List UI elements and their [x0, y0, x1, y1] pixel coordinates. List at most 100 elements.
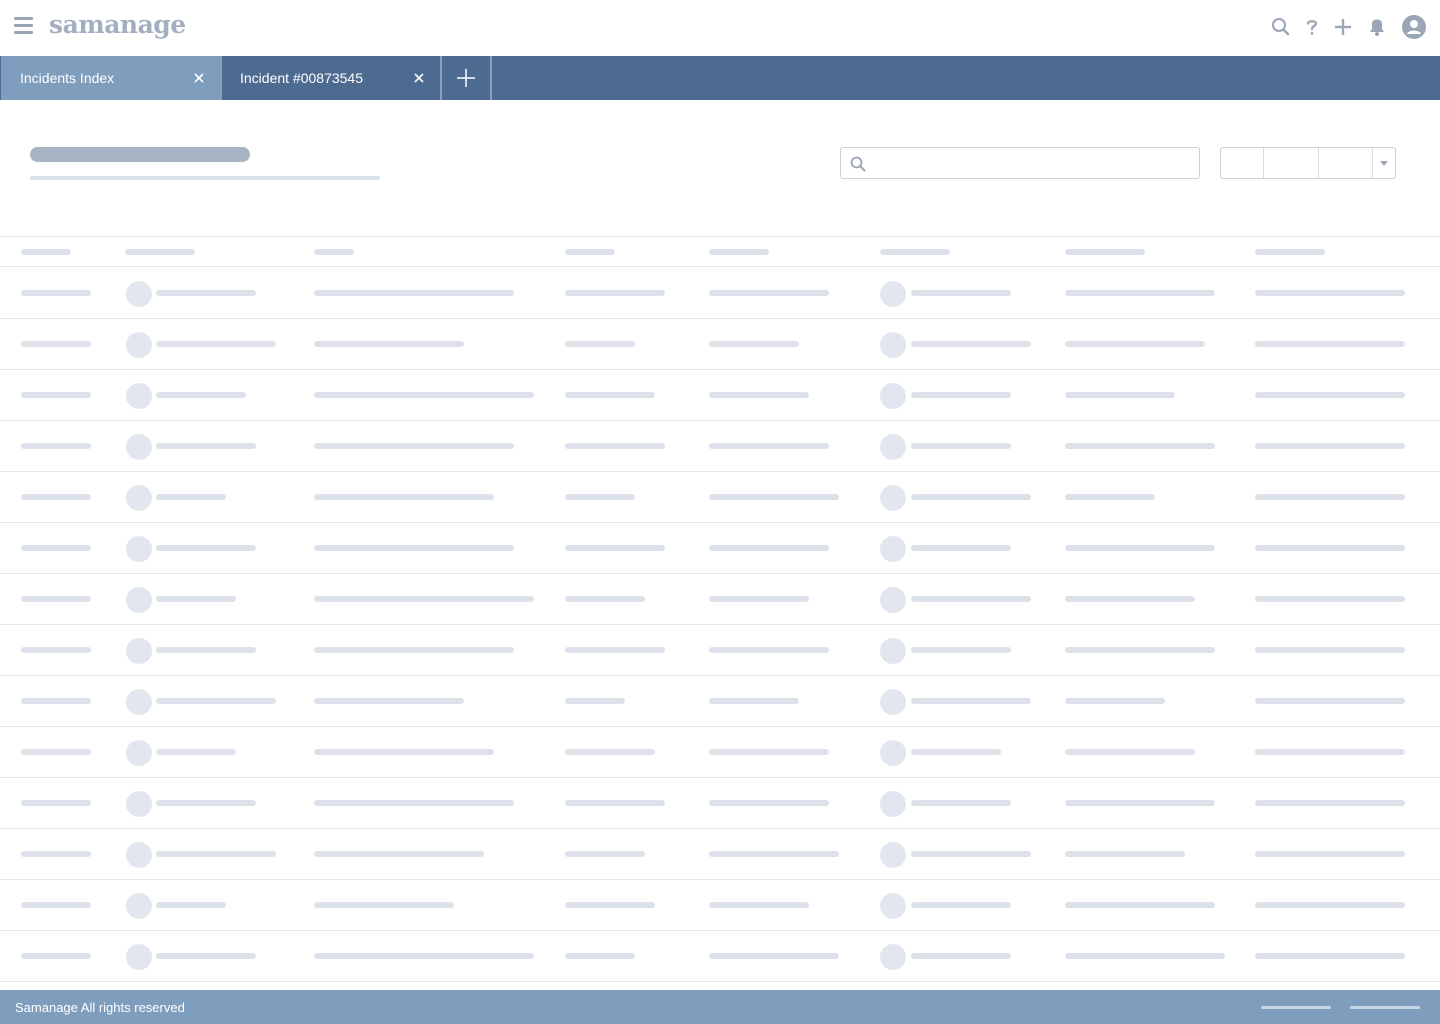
- user-avatar-icon[interactable]: [1401, 14, 1427, 40]
- cell-placeholder: [156, 443, 256, 449]
- table-row[interactable]: [0, 574, 1440, 625]
- table-row[interactable]: [0, 472, 1440, 523]
- cell-placeholder: [21, 902, 91, 908]
- column-header[interactable]: [709, 249, 769, 255]
- cell-placeholder: [911, 698, 1031, 704]
- table-row[interactable]: [0, 625, 1440, 676]
- cell-placeholder: [1065, 290, 1215, 296]
- cell-placeholder: [911, 953, 1011, 959]
- table-row[interactable]: [0, 268, 1440, 319]
- footer: Samanage All rights reserved: [0, 990, 1440, 1024]
- column-header[interactable]: [314, 249, 354, 255]
- table-row[interactable]: [0, 727, 1440, 778]
- avatar: [126, 740, 152, 766]
- avatar: [126, 536, 152, 562]
- table-row[interactable]: [0, 523, 1440, 574]
- table-row[interactable]: [0, 931, 1440, 982]
- footer-link[interactable]: [1350, 1006, 1420, 1009]
- app-logo[interactable]: samanage: [49, 10, 186, 39]
- cell-placeholder: [709, 443, 829, 449]
- add-tab-button[interactable]: [442, 56, 492, 100]
- table-row[interactable]: [0, 370, 1440, 421]
- cell-placeholder: [709, 953, 839, 959]
- cell-placeholder: [156, 341, 276, 347]
- column-header[interactable]: [1255, 249, 1325, 255]
- table-row[interactable]: [0, 778, 1440, 829]
- tab-incidents-index[interactable]: Incidents Index: [1, 56, 222, 100]
- cell-placeholder: [911, 647, 1011, 653]
- view-button[interactable]: [1221, 148, 1264, 178]
- cell-placeholder: [1255, 851, 1405, 857]
- cell-placeholder: [1065, 647, 1215, 653]
- cell-placeholder: [1255, 545, 1405, 551]
- search-input[interactable]: [873, 152, 1191, 174]
- cell-placeholder: [565, 341, 635, 347]
- avatar: [126, 434, 152, 460]
- footer-link[interactable]: [1261, 1006, 1331, 1009]
- bell-icon[interactable]: [1364, 14, 1390, 40]
- cell-placeholder: [911, 290, 1011, 296]
- cell-placeholder: [565, 953, 635, 959]
- cell-placeholder: [21, 800, 91, 806]
- close-icon[interactable]: [192, 71, 206, 85]
- hamburger-menu-icon[interactable]: [14, 17, 33, 35]
- column-header[interactable]: [880, 249, 950, 255]
- cell-placeholder: [709, 851, 839, 857]
- column-header[interactable]: [1065, 249, 1145, 255]
- cell-placeholder: [156, 800, 256, 806]
- search-icon[interactable]: [1268, 14, 1294, 40]
- cell-placeholder: [314, 698, 464, 704]
- cell-placeholder: [156, 494, 226, 500]
- cell-placeholder: [1065, 953, 1225, 959]
- cell-placeholder: [911, 443, 1011, 449]
- close-icon[interactable]: [412, 71, 426, 85]
- cell-placeholder: [1065, 698, 1165, 704]
- cell-placeholder: [156, 902, 226, 908]
- view-button[interactable]: [1264, 148, 1319, 178]
- column-header[interactable]: [21, 249, 71, 255]
- cell-placeholder: [709, 494, 839, 500]
- plus-icon[interactable]: [1330, 14, 1356, 40]
- cell-placeholder: [1255, 290, 1405, 296]
- cell-placeholder: [1065, 596, 1195, 602]
- cell-placeholder: [565, 596, 645, 602]
- cell-placeholder: [565, 698, 625, 704]
- avatar: [880, 434, 906, 460]
- cell-placeholder: [911, 494, 1031, 500]
- cell-placeholder: [21, 953, 91, 959]
- table-row[interactable]: [0, 880, 1440, 931]
- cell-placeholder: [565, 851, 645, 857]
- table-row[interactable]: [0, 319, 1440, 370]
- cell-placeholder: [156, 290, 256, 296]
- table-row[interactable]: [0, 829, 1440, 880]
- avatar: [880, 893, 906, 919]
- cell-placeholder: [156, 392, 246, 398]
- cell-placeholder: [709, 647, 829, 653]
- cell-placeholder: [1065, 545, 1215, 551]
- cell-placeholder: [1255, 596, 1405, 602]
- view-button[interactable]: [1319, 148, 1373, 178]
- table-row[interactable]: [0, 421, 1440, 472]
- avatar: [880, 587, 906, 613]
- cell-placeholder: [911, 800, 1011, 806]
- cell-placeholder: [21, 341, 91, 347]
- search-box[interactable]: [840, 147, 1200, 179]
- cell-placeholder: [156, 647, 256, 653]
- cell-placeholder: [21, 290, 91, 296]
- dropdown-toggle[interactable]: [1373, 148, 1395, 178]
- chevron-down-icon: [1380, 161, 1388, 166]
- cell-placeholder: [1255, 749, 1405, 755]
- cell-placeholder: [21, 749, 91, 755]
- table-row[interactable]: [0, 676, 1440, 727]
- column-header[interactable]: [565, 249, 615, 255]
- cell-placeholder: [1065, 443, 1215, 449]
- avatar: [880, 536, 906, 562]
- cell-placeholder: [565, 800, 665, 806]
- cell-placeholder: [1255, 647, 1405, 653]
- cell-placeholder: [1255, 392, 1405, 398]
- avatar: [126, 791, 152, 817]
- help-icon[interactable]: [1299, 14, 1325, 40]
- column-header[interactable]: [125, 249, 195, 255]
- tab-incident-detail[interactable]: Incident #00873545: [222, 56, 442, 100]
- avatar: [126, 383, 152, 409]
